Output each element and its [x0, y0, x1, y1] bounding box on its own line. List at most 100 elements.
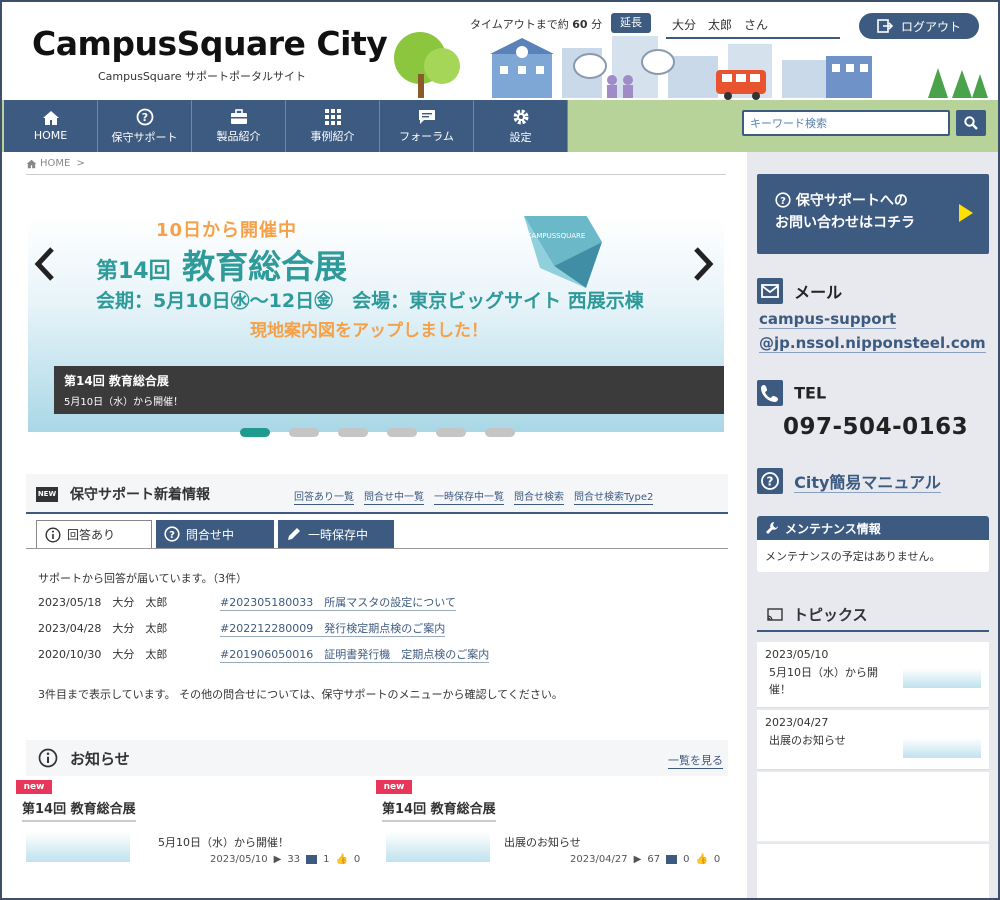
help-icon: ? — [757, 468, 783, 494]
notice-header: お知らせ 一覧を見る — [26, 740, 728, 776]
logout-button[interactable]: ログアウト — [859, 13, 979, 39]
tab-answered[interactable]: 回答あり — [36, 520, 152, 548]
extend-session-button[interactable]: 延長 — [611, 13, 651, 33]
notice-card-title: 第14回 教育総合展 — [22, 798, 136, 822]
nav-item-cases[interactable]: 事例紹介 — [286, 100, 380, 152]
notice-card[interactable]: new 第14回 教育総合展 5月10日（水）から開催！ 2023/05/10 … — [16, 780, 360, 880]
help-icon: ? — [136, 108, 153, 125]
topics-header: トピックス — [757, 596, 989, 632]
topic-text: 5月10日（水）から開催！ — [769, 666, 878, 696]
breadcrumb-separator: > — [73, 158, 85, 169]
contact-support-button[interactable]: ? 保守サポートへの お問い合わせはコチラ — [757, 174, 989, 254]
comment-icon — [666, 855, 678, 864]
chevron-left-icon — [34, 247, 54, 281]
nav-item-home[interactable]: HOME — [4, 100, 98, 152]
contact-line2: お問い合わせはコチラ — [775, 215, 915, 231]
mail-address-line2[interactable]: @jp.nssol.nipponsteel.com — [759, 334, 986, 353]
page-frame: CampusSquare City CampusSquare サポートポータルサ… — [0, 0, 1000, 900]
nav-label: 保守サポート — [111, 130, 178, 144]
nav-item-settings[interactable]: 設定 — [474, 100, 568, 152]
svg-text:?: ? — [767, 475, 774, 489]
link-answered-list[interactable]: 回答あり一覧 — [294, 488, 354, 505]
topic-item[interactable]: 2023/04/27 出展のお知らせ — [757, 710, 989, 770]
nav-item-forum[interactable]: フォーラム — [380, 100, 474, 152]
notice-card[interactable]: new 第14回 教育総合展 出展のお知らせ 2023/04/27 ▶ 67 0… — [376, 780, 720, 880]
maintenance-text: メンテナンスの予定はありません。 — [765, 550, 941, 563]
header: CampusSquare City CampusSquare サポートポータルサ… — [2, 2, 998, 100]
chevron-right-icon — [694, 247, 714, 281]
carousel-dot[interactable] — [240, 428, 270, 437]
banner-caption-sub: 5月10日（水）から開催！ — [64, 397, 184, 408]
topic-placeholder — [757, 772, 989, 842]
view-count: 67 — [647, 854, 661, 865]
carousel-dot[interactable] — [436, 428, 466, 437]
banner-slide[interactable]: 10日から開催中 第14回 教育総合展 会期：5月10日㊌～12日㊎ 会場：東京… — [28, 216, 724, 432]
view-count: 33 — [287, 854, 301, 865]
support-tabs: 回答あり ? 問合せ中 一時保存中 — [36, 520, 394, 548]
comment-count: 1 — [323, 854, 330, 865]
banner-title-main: 教育総合展 — [182, 247, 348, 286]
manual-section: ? City簡易マニュアル — [757, 468, 941, 494]
maintenance-box: メンテナンス情報 メンテナンスの予定はありません。 — [757, 516, 989, 572]
nav-label: 設定 — [509, 130, 532, 144]
cube-text: CAMPUSSQUARE — [527, 232, 586, 240]
cast-icon — [767, 608, 783, 621]
carousel-dot[interactable] — [338, 428, 368, 437]
answered-info: サポートから回答が届いています。（3件） — [38, 572, 248, 585]
link-draft-list[interactable]: 一時保存中一覧 — [434, 488, 504, 505]
answered-row-link[interactable]: #202212280009 発行検定期点検のご案内 — [220, 620, 446, 637]
thumbs-up-icon: 👍 — [695, 854, 708, 865]
thumbs-up-icon: 👍 — [335, 854, 348, 865]
breadcrumb-divider — [26, 174, 726, 175]
support-news-title: 保守サポート新着情報 — [70, 487, 210, 503]
link-inquiry-search[interactable]: 問合せ検索 — [514, 488, 564, 505]
mail-address-line1[interactable]: campus-support — [759, 310, 897, 329]
carousel-dot[interactable] — [289, 428, 319, 437]
notice-more-link[interactable]: 一覧を見る — [668, 752, 723, 769]
comment-count: 0 — [683, 854, 690, 865]
link-inquiring-list[interactable]: 問合せ中一覧 — [364, 488, 424, 505]
topic-item[interactable]: 2023/05/10 5月10日（水）から開催！ — [757, 642, 989, 708]
banner-title: 第14回 教育総合展 — [96, 240, 347, 288]
play-icon: ▶ — [633, 854, 642, 865]
link-inquiry-search-type2[interactable]: 問合せ検索Type2 — [574, 488, 654, 505]
sidebar: ? 保守サポートへの お問い合わせはコチラ メール campus-support… — [747, 152, 998, 898]
answered-row-date: 2023/05/18 大分 太郎 — [38, 596, 168, 609]
banner-caption-title: 第14回 教育総合展 — [64, 374, 169, 388]
new-badge-icon: NEW — [36, 487, 58, 502]
svg-text:?: ? — [141, 111, 147, 124]
nav-label: HOME — [33, 129, 68, 142]
logout-icon — [877, 19, 893, 33]
keyword-search-input[interactable]: キーワード検索 — [742, 110, 950, 136]
topic-placeholder — [757, 844, 989, 898]
topic-thumbnail — [903, 738, 981, 758]
site-logo[interactable]: CampusSquare City — [32, 24, 388, 63]
nav-item-support[interactable]: ? 保守サポート — [98, 100, 192, 152]
play-arrow-icon — [959, 204, 973, 222]
carousel-next-button[interactable] — [692, 246, 714, 292]
contact-line1-text: 保守サポートへの — [795, 193, 908, 209]
help-icon: ? — [164, 526, 180, 542]
nav-item-products[interactable]: 製品紹介 — [192, 100, 286, 152]
tab-inquiring[interactable]: ? 問合せ中 — [156, 520, 274, 548]
tab-label: 問合せ中 — [186, 527, 235, 542]
breadcrumb-home[interactable]: HOME — [40, 158, 70, 169]
manual-link[interactable]: City簡易マニュアル — [794, 473, 941, 493]
nav-label: フォーラム — [399, 129, 454, 143]
banner-note: 現地案内図をアップしました！ — [250, 321, 488, 341]
new-badge: new — [16, 780, 52, 794]
like-count: 0 — [353, 854, 361, 865]
contact-line1: ? 保守サポートへの — [775, 190, 989, 212]
carousel-dot[interactable] — [387, 428, 417, 437]
mail-section: メール — [757, 278, 842, 304]
answered-row-link[interactable]: #202305180033 所属マスタの設定について — [220, 594, 456, 611]
carousel-prev-button[interactable] — [34, 246, 56, 292]
notice-date: 2023/05/10 — [210, 854, 268, 865]
carousel-dot[interactable] — [485, 428, 515, 437]
notice-thumbnail — [26, 832, 130, 862]
tab-draft[interactable]: 一時保存中 — [278, 520, 394, 548]
timeout-indicator: タイムアウトまで約 60 分 — [470, 16, 602, 32]
answered-row-link[interactable]: #201906050016 証明書発行機 定期点検のご案内 — [220, 646, 490, 663]
navigation-bar: HOME ? 保守サポート 製品紹介 事例紹介 フォーラム 設定 キーワード検索 — [2, 100, 998, 152]
search-button[interactable] — [956, 110, 986, 136]
